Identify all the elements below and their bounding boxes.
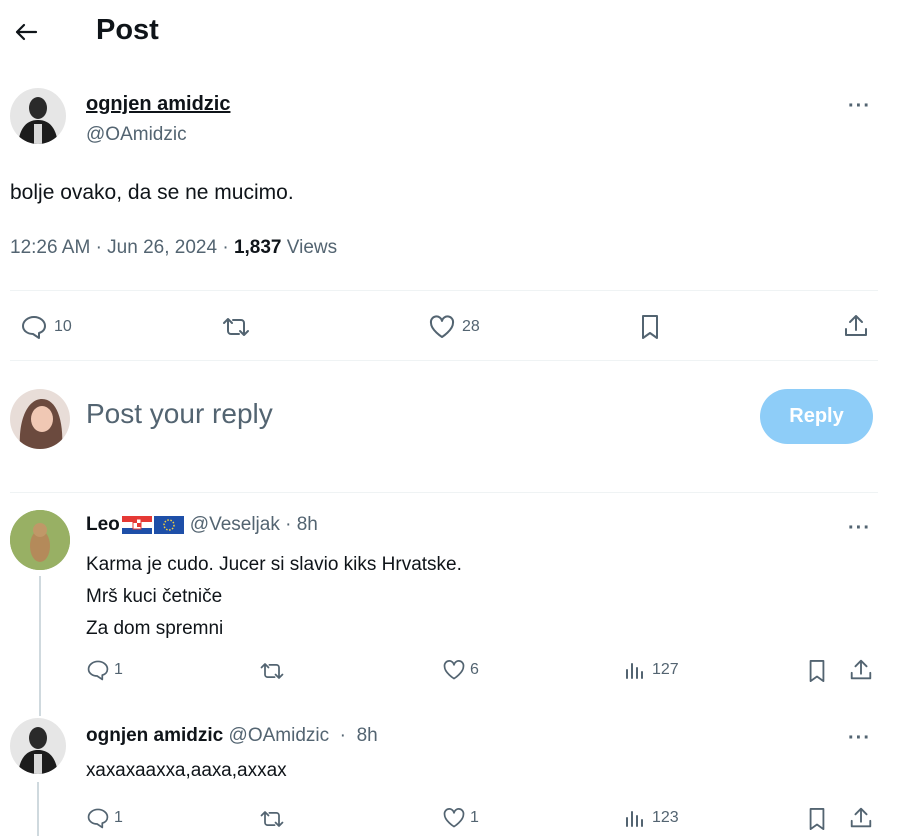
heart-icon [442,806,466,830]
reply-icon [86,658,110,682]
repost-icon [258,807,286,831]
repost-action[interactable] [258,659,286,683]
analytics-icon [624,806,646,830]
avatar[interactable] [10,510,70,570]
divider [10,360,878,361]
reply-text: хахахааxха,ааха,аxxах [86,760,287,782]
more-options-icon[interactable]: ··· [848,728,871,748]
reply-input[interactable]: Post your reply [86,398,726,438]
share-icon [848,805,874,831]
croatia-flag-icon [121,515,152,535]
views-action[interactable]: 127 [624,658,679,682]
author-name[interactable]: ognjen amidzic [86,93,230,116]
post-meta: 12:26 AM · Jun 26, 2024 · 1,837 Views [10,237,338,258]
reply-text-line: Karma je cudo. Jucer si slavio kiks Hrva… [86,554,462,575]
reply-time[interactable]: 8h [357,725,378,746]
views-label: Views [286,237,338,258]
more-options-icon[interactable]: ··· [848,518,871,538]
post-text: bolje ovako, da se ne mucimo. [10,181,294,204]
reply-count: 1 [114,661,123,678]
heart-icon [442,658,466,682]
views-count: 127 [652,661,679,678]
more-options-icon[interactable]: ··· [848,96,871,116]
views-count: 1,837 [233,237,282,258]
reply-time[interactable]: 8h [297,514,318,536]
repost-action[interactable] [220,314,252,340]
reply-text: Karma je cudo. Jucer si slavio kiks Hrva… [86,549,462,645]
bookmark-action[interactable] [806,806,828,832]
reply-count: 10 [54,318,72,335]
like-action[interactable]: 1 [442,806,479,830]
reply-action[interactable]: 1 [86,806,123,830]
avatar[interactable] [10,88,66,144]
reply-text-line: Mrš kuci četniče [86,586,223,607]
bookmark-action[interactable] [638,313,662,341]
repost-action[interactable] [258,807,286,831]
share-action[interactable] [842,312,870,340]
avatar[interactable] [10,718,66,774]
share-icon [842,312,870,340]
reply-action[interactable]: 10 [20,314,72,340]
author-handle[interactable]: @OAmidzic [229,725,330,746]
thread-line [39,576,41,716]
share-action[interactable] [848,657,874,683]
repost-icon [220,314,252,340]
author-handle[interactable]: @Veseljak [190,514,280,536]
author-name[interactable]: Leo [86,514,120,536]
views-action[interactable]: 123 [624,806,679,830]
share-action[interactable] [848,805,874,831]
like-count: 1 [470,809,479,826]
page-title: Post [96,14,159,46]
author-handle[interactable]: @OAmidzic [86,124,187,146]
reply-text-line: Za dom spremni [86,618,224,639]
post-date[interactable]: Jun 26, 2024 [107,237,217,258]
share-icon [848,657,874,683]
bookmark-icon [806,658,828,684]
eu-flag-icon [153,515,184,535]
reply-header: ognjen amidzic @OAmidzic · 8h [86,725,378,746]
reply-count: 1 [114,809,123,826]
reply-icon [20,314,48,340]
divider [10,290,878,291]
reply-text-line: хахахааxха,ааха,аxxах [86,760,287,781]
author-name[interactable]: ognjen amidzic [86,725,223,746]
reply-action[interactable]: 1 [86,658,123,682]
like-count: 6 [470,661,479,678]
reply-button[interactable]: Reply [760,389,873,444]
thread-line [37,782,39,836]
reply-icon [86,806,110,830]
reply-input-placeholder: Post your reply [86,398,273,429]
views-count: 123 [652,809,679,826]
bookmark-icon [638,313,662,341]
post-time[interactable]: 12:26 AM [10,237,90,258]
analytics-icon [624,658,646,682]
repost-icon [258,659,286,683]
reply-button-label: Reply [789,405,844,427]
avatar[interactable] [10,389,70,449]
like-action[interactable]: 28 [428,314,480,340]
heart-icon [428,314,456,340]
bookmark-icon [806,806,828,832]
bookmark-action[interactable] [806,658,828,684]
like-count: 28 [462,318,480,335]
like-action[interactable]: 6 [442,658,479,682]
reply-header: Leo @Veseljak · 8h [86,514,318,536]
divider [10,492,878,493]
back-arrow-icon[interactable] [12,20,40,44]
